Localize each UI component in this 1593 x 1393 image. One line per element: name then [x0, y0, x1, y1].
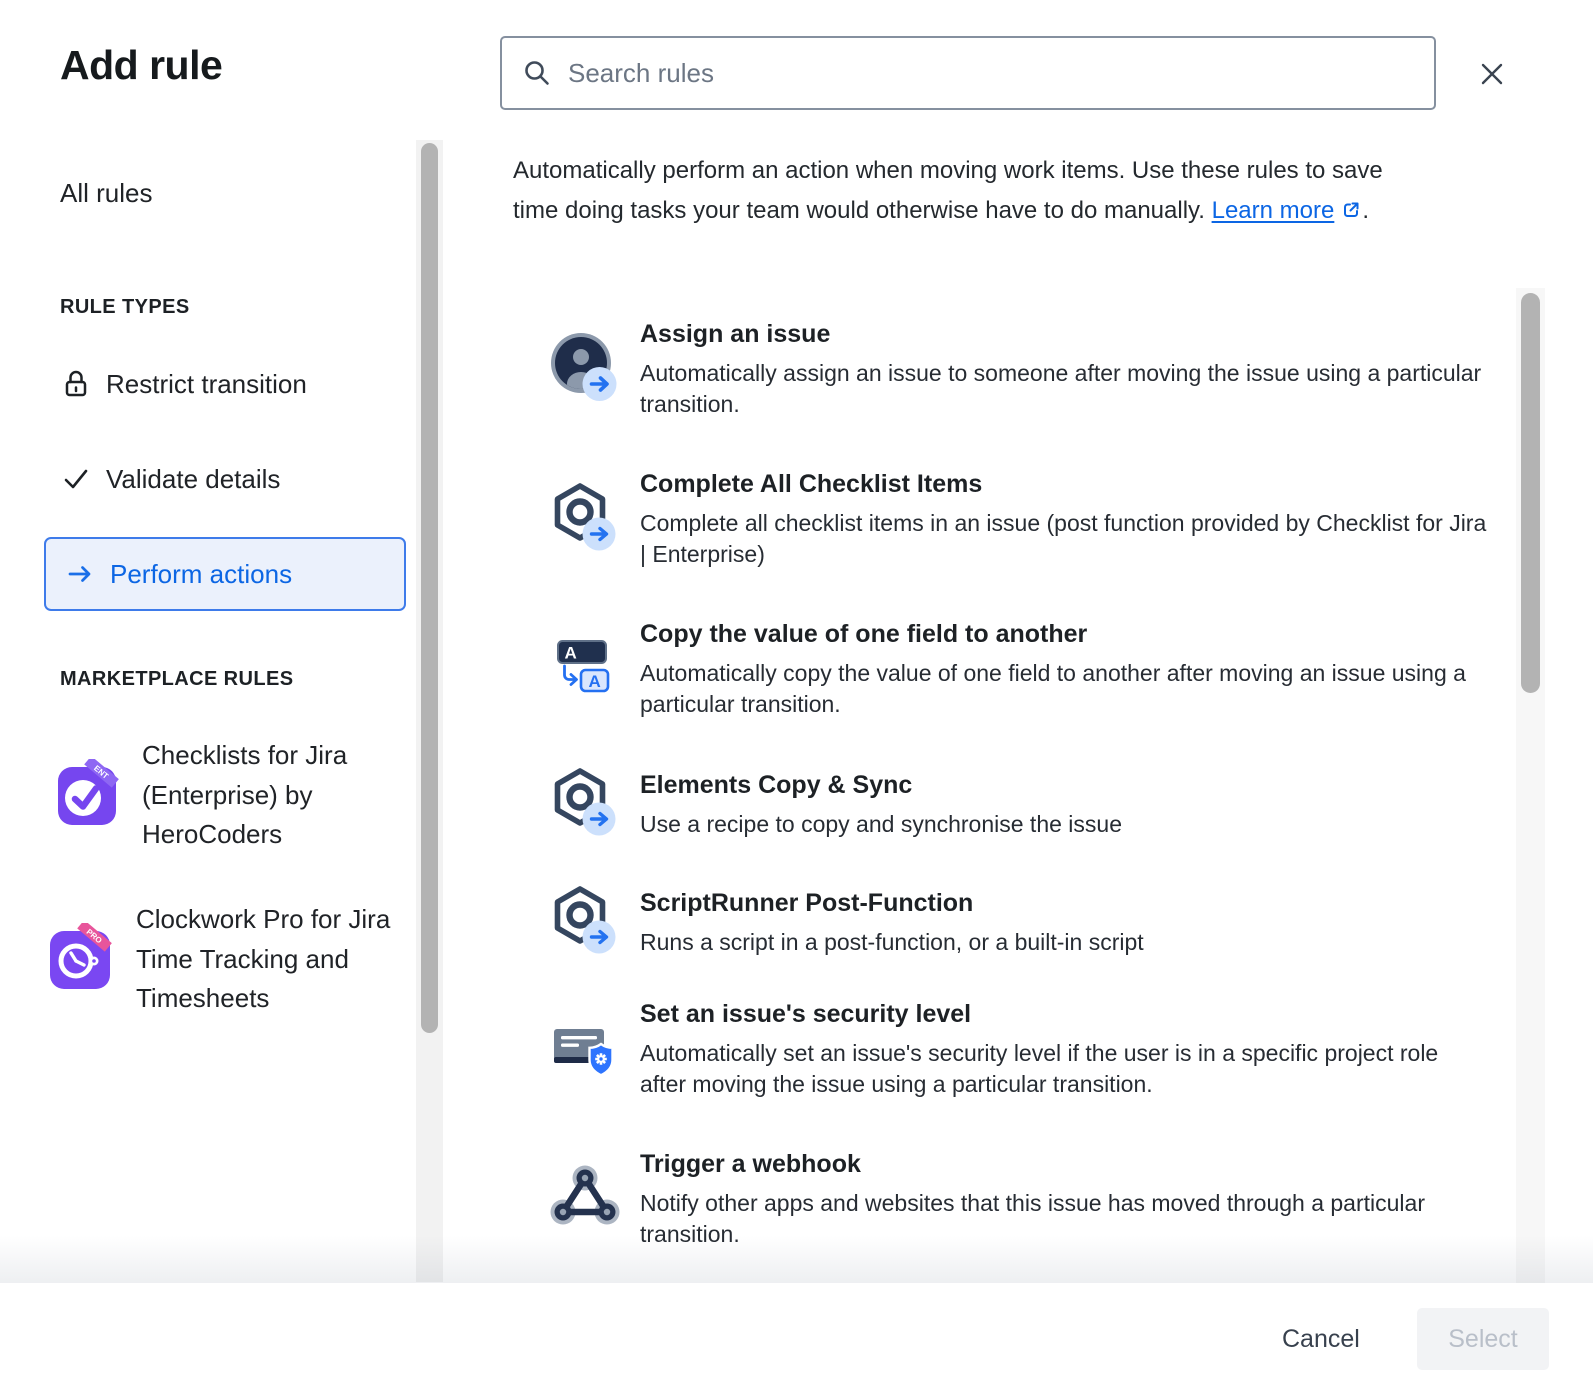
svg-text:A: A	[589, 672, 601, 691]
rule-title: ScriptRunner Post-Function	[640, 889, 1144, 918]
elements-hex-icon	[550, 768, 620, 843]
clockwork-app-icon: PRO	[50, 923, 120, 996]
external-link-icon	[1340, 194, 1362, 234]
rule-description: Notify other apps and websites that this…	[640, 1188, 1490, 1250]
scriptrunner-hex-icon	[550, 886, 620, 961]
search-icon	[522, 58, 552, 88]
search-box	[500, 36, 1436, 110]
rule-text: Set an issue's security level Automatica…	[640, 1000, 1490, 1100]
rule-title: Complete All Checklist Items	[640, 470, 1490, 499]
sidebar-item-perform-actions[interactable]: Perform actions	[44, 537, 406, 611]
svg-text:A: A	[565, 643, 577, 662]
lock-icon	[60, 368, 92, 400]
rule-description: Automatically set an issue's security le…	[640, 1038, 1490, 1100]
cancel-button[interactable]: Cancel	[1258, 1308, 1384, 1370]
security-level-icon	[550, 1013, 620, 1088]
sidebar-item-checklists-for-jira[interactable]: ENT Checklists for Jira (Enterprise) by …	[56, 736, 400, 855]
rule-types-header: RULE TYPES	[60, 296, 190, 319]
rule-text: Assign an issue Automatically assign an …	[640, 320, 1490, 420]
rule-description: Automatically copy the value of one fiel…	[640, 658, 1490, 720]
select-button[interactable]: Select	[1417, 1308, 1549, 1370]
arrow-right-icon	[64, 558, 96, 590]
rule-option-elements-copy-sync[interactable]: Elements Copy & Sync Use a recipe to cop…	[550, 768, 1490, 843]
rule-text: Elements Copy & Sync Use a recipe to cop…	[640, 771, 1122, 840]
rule-text: Trigger a webhook Notify other apps and …	[640, 1150, 1490, 1250]
sidebar-item-label: Restrict transition	[106, 369, 307, 400]
intro-period: .	[1362, 197, 1369, 224]
close-button[interactable]	[1468, 50, 1516, 98]
rule-text: ScriptRunner Post-Function Runs a script…	[640, 889, 1144, 958]
rule-list-scrollbar-thumb[interactable]	[1521, 293, 1540, 693]
copy-field-icon: A A	[550, 633, 620, 708]
marketplace-item-label: Checklists for Jira (Enterprise) by Hero…	[142, 736, 400, 855]
rule-title: Trigger a webhook	[640, 1150, 1490, 1179]
rule-option-scriptrunner-post-function[interactable]: ScriptRunner Post-Function Runs a script…	[550, 886, 1490, 961]
rule-title: Assign an issue	[640, 320, 1490, 349]
rule-description: Runs a script in a post-function, or a b…	[640, 927, 1144, 958]
intro-text: Automatically perform an action when mov…	[513, 151, 1418, 233]
page-title: Add rule	[60, 42, 222, 89]
sidebar-item-validate-details[interactable]: Validate details	[60, 463, 280, 495]
checklists-app-icon: ENT	[56, 759, 126, 832]
rule-option-trigger-webhook[interactable]: Trigger a webhook Notify other apps and …	[550, 1150, 1490, 1250]
rule-option-complete-all-checklist-items[interactable]: Complete All Checklist Items Complete al…	[550, 470, 1490, 570]
sidebar-scrollbar-thumb[interactable]	[421, 143, 438, 1033]
rule-description: Complete all checklist items in an issue…	[640, 508, 1490, 570]
learn-more-link[interactable]: Learn more	[1212, 197, 1335, 224]
rule-option-assign-an-issue[interactable]: Assign an issue Automatically assign an …	[550, 320, 1490, 420]
sidebar-item-restrict-transition[interactable]: Restrict transition	[60, 368, 307, 400]
close-icon	[1475, 57, 1509, 91]
rule-description: Use a recipe to copy and synchronise the…	[640, 809, 1122, 840]
webhook-icon	[550, 1163, 620, 1238]
sidebar-item-label: Perform actions	[110, 559, 292, 590]
checklist-hex-icon	[550, 483, 620, 558]
marketplace-rules-header: MARKETPLACE RULES	[60, 668, 293, 691]
rule-option-set-security-level[interactable]: Set an issue's security level Automatica…	[550, 1000, 1490, 1100]
rule-text: Complete All Checklist Items Complete al…	[640, 470, 1490, 570]
rule-title: Elements Copy & Sync	[640, 771, 1122, 800]
sidebar-item-label: Validate details	[106, 464, 280, 495]
assign-issue-avatar-icon	[550, 333, 620, 408]
rule-title: Set an issue's security level	[640, 1000, 1490, 1029]
rule-option-copy-field-value[interactable]: A A Copy the value of one field to anoth…	[550, 620, 1490, 720]
search-input[interactable]	[566, 57, 1414, 90]
rule-title: Copy the value of one field to another	[640, 620, 1490, 649]
check-icon	[60, 463, 92, 495]
rule-text: Copy the value of one field to another A…	[640, 620, 1490, 720]
rule-description: Automatically assign an issue to someone…	[640, 358, 1490, 420]
marketplace-item-label: Clockwork Pro for Jira Time Tracking and…	[136, 900, 398, 1019]
sidebar-item-all-rules[interactable]: All rules	[60, 178, 152, 209]
sidebar-item-clockwork-pro[interactable]: PRO Clockwork Pro for Jira Time Tracking…	[50, 900, 398, 1019]
